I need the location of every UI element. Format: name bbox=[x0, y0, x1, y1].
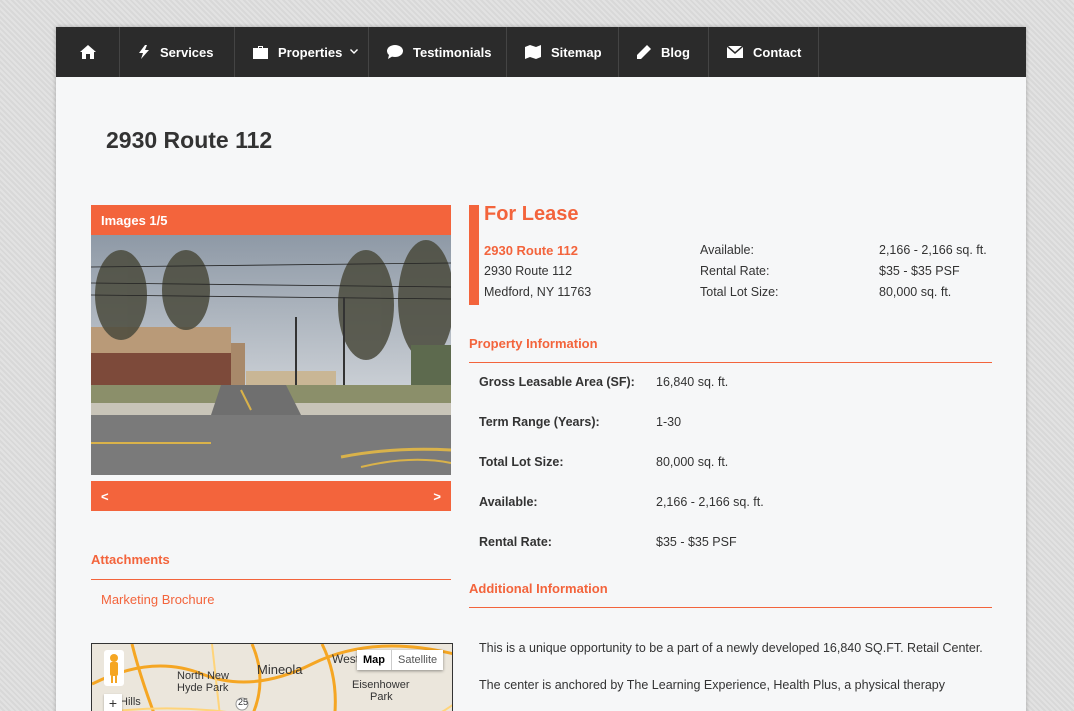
speech-bubble-icon bbox=[387, 45, 403, 59]
property-info-value: $35 - $35 PSF bbox=[656, 535, 737, 549]
nav-label-contact: Contact bbox=[753, 44, 802, 60]
lease-address-line2: Medford, NY 11763 bbox=[484, 285, 592, 299]
map-type-toggle: Map Satellite bbox=[357, 650, 444, 670]
lease-stat-label: Total Lot Size: bbox=[700, 285, 779, 299]
property-info-label: Rental Rate: bbox=[479, 535, 552, 549]
street-view-pegman-icon[interactable] bbox=[104, 650, 124, 686]
property-info-label: Gross Leasable Area (SF): bbox=[479, 375, 635, 389]
nav-label-properties: Properties bbox=[278, 44, 343, 60]
lease-stat-row: Rental Rate: $35 - $35 PSF bbox=[700, 261, 987, 282]
gallery-header: Images 1/5 bbox=[91, 205, 451, 235]
lease-stat-label: Rental Rate: bbox=[700, 264, 770, 278]
lease-stat-row: Available: 2,166 - 2,166 sq. ft. bbox=[700, 240, 987, 261]
lease-title: For Lease bbox=[484, 203, 579, 225]
map-icon bbox=[525, 45, 541, 59]
property-info-value: 16,840 sq. ft. bbox=[656, 375, 729, 389]
property-info-label: Available: bbox=[479, 495, 538, 509]
nav-sitemap[interactable]: Sitemap bbox=[507, 27, 619, 77]
briefcase-icon bbox=[253, 45, 268, 59]
map-label-hyde-park: Hyde Park bbox=[177, 682, 229, 694]
nav-label-sitemap: Sitemap bbox=[551, 44, 602, 60]
property-info-title: Property Information bbox=[469, 336, 598, 351]
attachments-title: Attachments bbox=[91, 552, 170, 567]
property-info-row: Available: 2,166 - 2,166 sq. ft. bbox=[479, 495, 764, 535]
gallery-prev-button[interactable]: < bbox=[101, 489, 109, 504]
nav-blog[interactable]: Blog bbox=[619, 27, 709, 77]
marketing-brochure-link[interactable]: Marketing Brochure bbox=[101, 592, 214, 607]
map-label-park: Park bbox=[370, 691, 393, 703]
property-info-value: 2,166 - 2,166 sq. ft. bbox=[656, 495, 764, 509]
additional-info-title: Additional Information bbox=[469, 581, 608, 596]
gallery-next-button[interactable]: > bbox=[433, 489, 441, 504]
lease-stat-value: 80,000 sq. ft. bbox=[879, 285, 952, 299]
property-info-label: Term Range (Years): bbox=[479, 415, 600, 429]
map-zoom-in-button[interactable]: + bbox=[104, 694, 122, 711]
property-info-label: Total Lot Size: bbox=[479, 455, 564, 469]
map-label-hills: Hills bbox=[120, 696, 141, 708]
lease-address-line1: 2930 Route 112 bbox=[484, 264, 573, 278]
property-info-row: Total Lot Size: 80,000 sq. ft. bbox=[479, 455, 764, 495]
lease-address: 2930 Route 112 2930 Route 112 Medford, N… bbox=[484, 240, 591, 303]
chevron-down-icon bbox=[350, 49, 359, 55]
property-info-value: 80,000 sq. ft. bbox=[656, 455, 729, 469]
nav-testimonials[interactable]: Testimonials bbox=[369, 27, 507, 77]
envelope-icon bbox=[727, 46, 743, 58]
bolt-icon bbox=[138, 45, 150, 59]
lease-stat-label: Available: bbox=[700, 243, 754, 257]
map-type-satellite-button[interactable]: Satellite bbox=[392, 650, 443, 670]
nav-properties[interactable]: Properties bbox=[235, 27, 369, 77]
map-label-west: West bbox=[332, 652, 360, 666]
attachments-divider bbox=[91, 579, 451, 580]
page-container: Services Properties Testimonials Sitemap bbox=[56, 27, 1026, 711]
map-label-north-new: North New bbox=[177, 670, 229, 682]
lease-address-name[interactable]: 2930 Route 112 bbox=[484, 240, 591, 261]
nav-label-services: Services bbox=[160, 44, 214, 60]
home-icon bbox=[79, 45, 96, 59]
location-map[interactable]: Mineola West North New Hyde Park Eisenho… bbox=[91, 643, 453, 711]
property-info-row: Gross Leasable Area (SF): 16,840 sq. ft. bbox=[479, 375, 764, 415]
map-label-eisenhower: Eisenhower bbox=[352, 679, 410, 691]
nav-home[interactable] bbox=[56, 27, 120, 77]
map-label-mineola: Mineola bbox=[257, 662, 303, 677]
map-label-route-25: 25 bbox=[238, 697, 249, 707]
property-info-row: Term Range (Years): 1-30 bbox=[479, 415, 764, 455]
lease-stat-value: $35 - $35 PSF bbox=[879, 264, 960, 278]
additional-info-text: This is a unique opportunity to be a par… bbox=[479, 639, 994, 711]
main-nav: Services Properties Testimonials Sitemap bbox=[56, 27, 1026, 77]
nav-services[interactable]: Services bbox=[120, 27, 235, 77]
additional-info-divider bbox=[469, 607, 992, 608]
page-title: 2930 Route 112 bbox=[106, 127, 273, 153]
property-info-value: 1-30 bbox=[656, 415, 682, 429]
nav-contact[interactable]: Contact bbox=[709, 27, 819, 77]
pencil-icon bbox=[637, 45, 651, 59]
nav-label-testimonials: Testimonials bbox=[413, 44, 492, 60]
additional-info-paragraph: This is a unique opportunity to be a par… bbox=[479, 641, 983, 655]
additional-info-paragraph: The center is anchored by The Learning E… bbox=[479, 678, 946, 692]
map-type-map-button[interactable]: Map bbox=[357, 650, 392, 670]
lease-stat-row: Total Lot Size: 80,000 sq. ft. bbox=[700, 282, 987, 303]
property-info-table: Gross Leasable Area (SF): 16,840 sq. ft.… bbox=[479, 375, 764, 575]
property-photo[interactable] bbox=[91, 235, 451, 475]
lease-stats: Available: 2,166 - 2,166 sq. ft. Rental … bbox=[700, 240, 987, 303]
lease-stat-value: 2,166 - 2,166 sq. ft. bbox=[879, 243, 987, 257]
property-info-row: Rental Rate: $35 - $35 PSF bbox=[479, 535, 764, 575]
gallery-controls: < > bbox=[91, 481, 451, 511]
nav-label-blog: Blog bbox=[661, 44, 690, 60]
lease-accent-bar bbox=[469, 205, 479, 305]
property-info-divider bbox=[469, 362, 992, 363]
